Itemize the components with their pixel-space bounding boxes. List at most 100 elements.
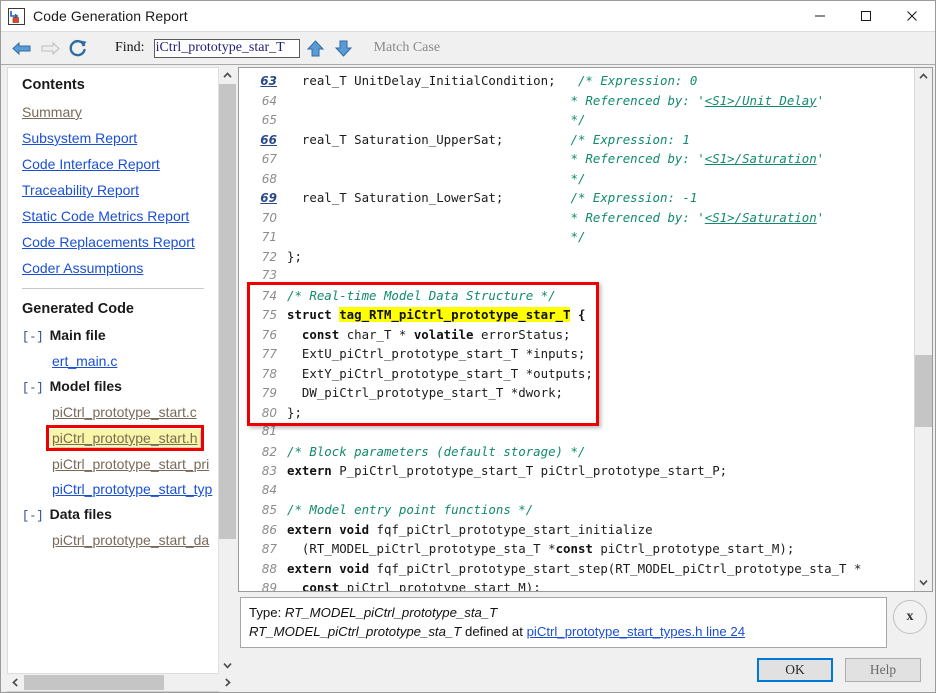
code-line-text: */: [287, 169, 914, 189]
scroll-down-icon[interactable]: [915, 574, 932, 591]
sidebar-bottom-divider: [7, 691, 219, 692]
code-token: real_T UnitDelay_InitialCondition;: [287, 73, 578, 88]
code-scroll-track[interactable]: [915, 85, 932, 574]
sidebar-vertical-scrollbar[interactable]: [218, 67, 236, 674]
code-line-number: 84: [261, 482, 277, 497]
code-line-number: 86: [261, 522, 277, 537]
code-line-number[interactable]: 69: [239, 189, 287, 209]
sidebar-file-picctrl-start-private-h[interactable]: piCtrl_prototype_start_pri: [52, 456, 209, 472]
code-token: /* Block parameters (default storage) */: [287, 443, 586, 459]
code-token: P_piCtrl_prototype_start_T piCtrl_protot…: [331, 463, 728, 478]
sidebar-file-ert-main-c[interactable]: ert_main.c: [52, 353, 117, 369]
info-def-type-name: RT_MODEL_piCtrl_prototype_sta_T: [249, 624, 462, 639]
info-close-button[interactable]: x: [893, 600, 927, 634]
sidebar-link-subsystem-report[interactable]: Subsystem Report: [22, 130, 137, 146]
sidebar-content: Contents Summary Subsystem Report Code I…: [8, 68, 218, 548]
code-reference-link[interactable]: <S1>/Unit Delay: [705, 93, 817, 108]
code-line-text: extern void fqf_piCtrl_prototype_start_i…: [287, 520, 914, 540]
refresh-icon[interactable]: [65, 36, 91, 60]
back-arrow-icon[interactable]: [9, 36, 35, 60]
code-token: */: [570, 112, 586, 127]
code-token: char_T *: [339, 326, 414, 342]
collapse-toggle-icon[interactable]: [-]: [22, 381, 44, 395]
code-scroll-thumb[interactable]: [915, 355, 932, 427]
minimize-button[interactable]: [797, 1, 843, 31]
sidebar-file-picctrl-start-types-h[interactable]: piCtrl_prototype_start_typ: [52, 481, 212, 497]
find-label: Find:: [115, 40, 145, 55]
sidebar-link-code-interface-report[interactable]: Code Interface Report: [22, 156, 160, 172]
sidebar-file-picctrl-start-data-c[interactable]: piCtrl_prototype_start_da: [52, 532, 209, 548]
code-token: DW_piCtrl_prototype_start_T *dwork;: [287, 385, 564, 400]
code-line: 77 ExtU_piCtrl_prototype_start_T *inputs…: [239, 344, 914, 364]
code-line: 63 real_T UnitDelay_InitialCondition; /*…: [239, 71, 914, 91]
find-next-icon[interactable]: [332, 36, 356, 60]
code-vertical-scrollbar[interactable]: [914, 68, 932, 591]
sidebar-link-traceability-report[interactable]: Traceability Report: [22, 182, 139, 198]
scroll-right-icon[interactable]: [219, 674, 236, 691]
code-line: 78 ExtY_piCtrl_prototype_start_T *output…: [239, 364, 914, 384]
sidebar-hscroll-track[interactable]: [24, 674, 219, 691]
forward-arrow-icon: [37, 36, 63, 60]
code-token: real_T Saturation_LowerSat;: [287, 190, 571, 205]
sidebar-scroll-track[interactable]: [219, 84, 236, 657]
sidebar-link-coder-assumptions[interactable]: Coder Assumptions: [22, 260, 143, 276]
code-line-number: 80: [261, 405, 277, 420]
code-line-text: extern void fqf_piCtrl_prototype_start_s…: [287, 559, 914, 579]
code-line: 76 const char_T * volatile errorStatus;: [239, 325, 914, 345]
code-line: 74 /* Real-time Model Data Structure */: [239, 286, 914, 306]
find-previous-icon[interactable]: [304, 36, 328, 60]
scroll-left-icon[interactable]: [7, 674, 24, 691]
tree-node-label: Model files: [49, 378, 122, 394]
code-token: const: [555, 541, 593, 556]
code-line-number[interactable]: 66: [239, 131, 287, 151]
dialog-button-bar: OK Help: [238, 648, 933, 692]
code-line-number: 88: [261, 561, 277, 576]
sidebar-link-summary[interactable]: Summary: [22, 104, 82, 120]
collapse-toggle-icon[interactable]: [-]: [22, 509, 44, 523]
sidebar-hscroll-thumb[interactable]: [24, 675, 164, 690]
sidebar-file-picctrl-start-c[interactable]: piCtrl_prototype_start.c: [52, 404, 197, 420]
code-token: const: [301, 580, 340, 591]
code-line: 67 * Referenced by: '<S1>/Saturation': [239, 149, 914, 169]
info-type-prefix: Type:: [249, 605, 285, 620]
search-input[interactable]: [153, 38, 300, 58]
code-line-text: * Referenced by: '<S1>/Saturation': [287, 149, 914, 169]
tree-node-model-files[interactable]: [-] Model files: [22, 378, 218, 395]
tree-node-data-files[interactable]: [-] Data files: [22, 506, 218, 523]
sidebar-link-code-replacements-report[interactable]: Code Replacements Report: [22, 234, 195, 250]
tree-node-main-file[interactable]: [-] Main file: [22, 327, 218, 344]
close-button[interactable]: [889, 1, 935, 31]
sidebar-horizontal-scrollbar[interactable]: [7, 674, 236, 691]
match-case-label[interactable]: Match Case: [374, 40, 440, 56]
collapse-toggle-icon[interactable]: [-]: [22, 330, 44, 344]
scroll-up-icon[interactable]: [219, 67, 236, 84]
tree-node-label: Main file: [49, 327, 106, 343]
search-match-highlight: tag_RTM_piCtrl_prototype_star_T: [339, 307, 571, 322]
code-line-number[interactable]: 63: [239, 72, 287, 92]
info-panel-row: Type: RT_MODEL_piCtrl_prototype_sta_T RT…: [238, 592, 933, 648]
code-reference-link[interactable]: <S1>/Saturation: [705, 151, 817, 166]
maximize-button[interactable]: [843, 1, 889, 31]
code-token: /* Expression: -1: [570, 190, 698, 205]
code-reference-link[interactable]: <S1>/Saturation: [705, 210, 817, 225]
code-token: (RT_MODEL_piCtrl_prototype_sta_T *: [287, 541, 556, 556]
help-button[interactable]: Help: [845, 658, 921, 682]
code-line-text: };: [287, 247, 914, 267]
sidebar-file-picctrl-start-h[interactable]: piCtrl_prototype_start.h: [46, 425, 204, 451]
scroll-down-icon[interactable]: [219, 657, 236, 674]
code-listing[interactable]: 63 real_T UnitDelay_InitialCondition; /*…: [239, 68, 914, 591]
code-token: /* Expression: 1: [570, 131, 690, 147]
ok-button[interactable]: OK: [757, 658, 833, 682]
code-line-number: 73: [261, 268, 277, 282]
code-token: {: [570, 307, 586, 322]
code-token: ': [816, 92, 825, 108]
info-definition-link[interactable]: piCtrl_prototype_start_types.h line 24: [527, 624, 745, 639]
scroll-up-icon[interactable]: [915, 68, 932, 85]
code-token: ExtY_piCtrl_prototype_start_T *outputs;: [287, 365, 593, 381]
code-line-number: 83: [261, 464, 277, 478]
sidebar-link-static-code-metrics-report[interactable]: Static Code Metrics Report: [22, 208, 189, 224]
sidebar-scroll-thumb[interactable]: [219, 84, 236, 539]
